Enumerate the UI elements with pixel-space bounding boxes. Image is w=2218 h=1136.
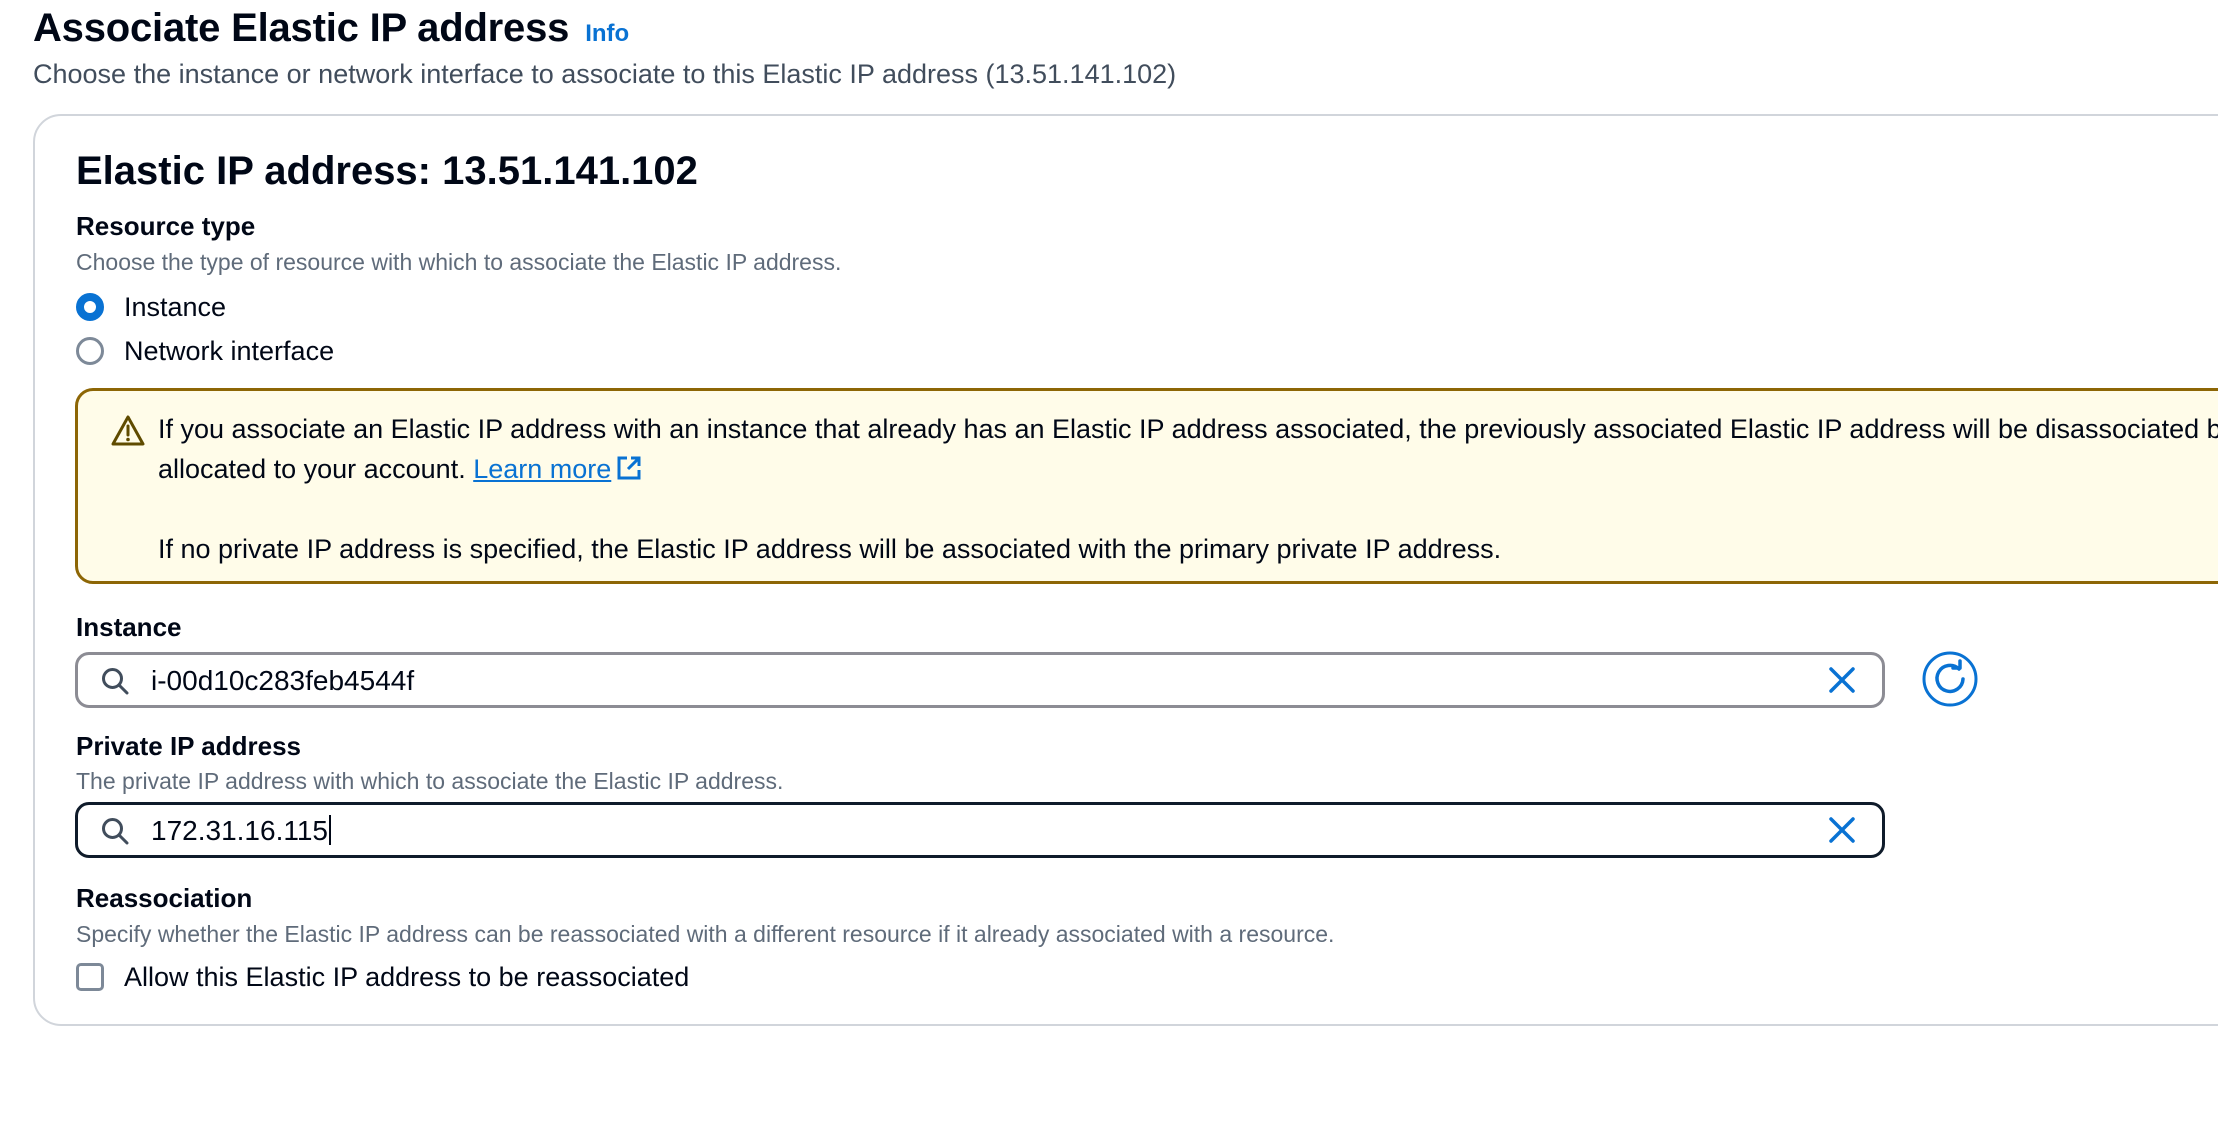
- radio-network-interface[interactable]: Network interface: [76, 335, 334, 367]
- radio-instance-label: Instance: [124, 292, 227, 322]
- title-row: Associate Elastic IP address Info: [33, 4, 1176, 52]
- instance-label: Instance: [76, 612, 182, 642]
- radio-network-interface-control[interactable]: [76, 337, 104, 365]
- radio-instance[interactable]: Instance: [76, 291, 226, 323]
- text-caret: [328, 815, 331, 845]
- alert-line-1: If you associate an Elastic IP address w…: [158, 414, 2218, 444]
- private-ip-text: 172.31.16.115: [151, 815, 328, 846]
- search-icon: [102, 818, 129, 845]
- radio-instance-control[interactable]: [76, 293, 104, 321]
- alert-message: If you associate an Elastic IP address w…: [158, 409, 2218, 489]
- info-link[interactable]: Info: [585, 20, 629, 48]
- close-icon[interactable]: [1826, 664, 1858, 696]
- reassociation-checkbox-label: Allow this Elastic IP address to be reas…: [124, 962, 690, 992]
- learn-more-link[interactable]: Learn more: [473, 454, 611, 484]
- private-ip-search-input[interactable]: 172.31.16.115: [75, 802, 1885, 858]
- reassociation-label: Reassociation: [76, 883, 253, 913]
- warning-alert: If you associate an Elastic IP address w…: [75, 388, 2218, 584]
- associate-eip-page: Associate Elastic IP address Info Choose…: [0, 0, 2218, 1136]
- external-link-icon[interactable]: [615, 454, 643, 482]
- alert-line-2: allocated to your account.: [158, 454, 474, 484]
- reassociation-description: Specify whether the Elastic IP address c…: [76, 921, 1335, 947]
- private-ip-label: Private IP address: [76, 731, 301, 761]
- private-ip-value: 172.31.16.115: [151, 815, 331, 847]
- page-title: Associate Elastic IP address: [33, 6, 570, 50]
- close-icon[interactable]: [1826, 814, 1858, 846]
- resource-type-description: Choose the type of resource with which t…: [76, 249, 842, 275]
- reassociation-checkbox[interactable]: [76, 963, 104, 991]
- card-title: Elastic IP address: 13.51.141.102: [76, 149, 698, 193]
- reassociation-checkbox-row[interactable]: Allow this Elastic IP address to be reas…: [76, 961, 689, 993]
- refresh-icon[interactable]: [1921, 650, 1979, 708]
- instance-search-input[interactable]: i-00d10c283feb4544f: [75, 652, 1885, 708]
- resource-type-label: Resource type: [76, 211, 256, 241]
- warning-icon: [111, 415, 145, 446]
- instance-value: i-00d10c283feb4544f: [151, 665, 415, 696]
- page-description: Choose the instance or network interface…: [33, 59, 1177, 89]
- eip-card: Elastic IP address: 13.51.141.102 Resour…: [33, 114, 2218, 1026]
- alert-note: If no private IP address is specified, t…: [158, 534, 1502, 564]
- private-ip-description: The private IP address with which to ass…: [76, 768, 784, 794]
- page-header: Associate Elastic IP address Info Choose…: [33, 4, 1176, 92]
- search-icon: [102, 668, 129, 695]
- radio-network-interface-label: Network interface: [124, 336, 335, 366]
